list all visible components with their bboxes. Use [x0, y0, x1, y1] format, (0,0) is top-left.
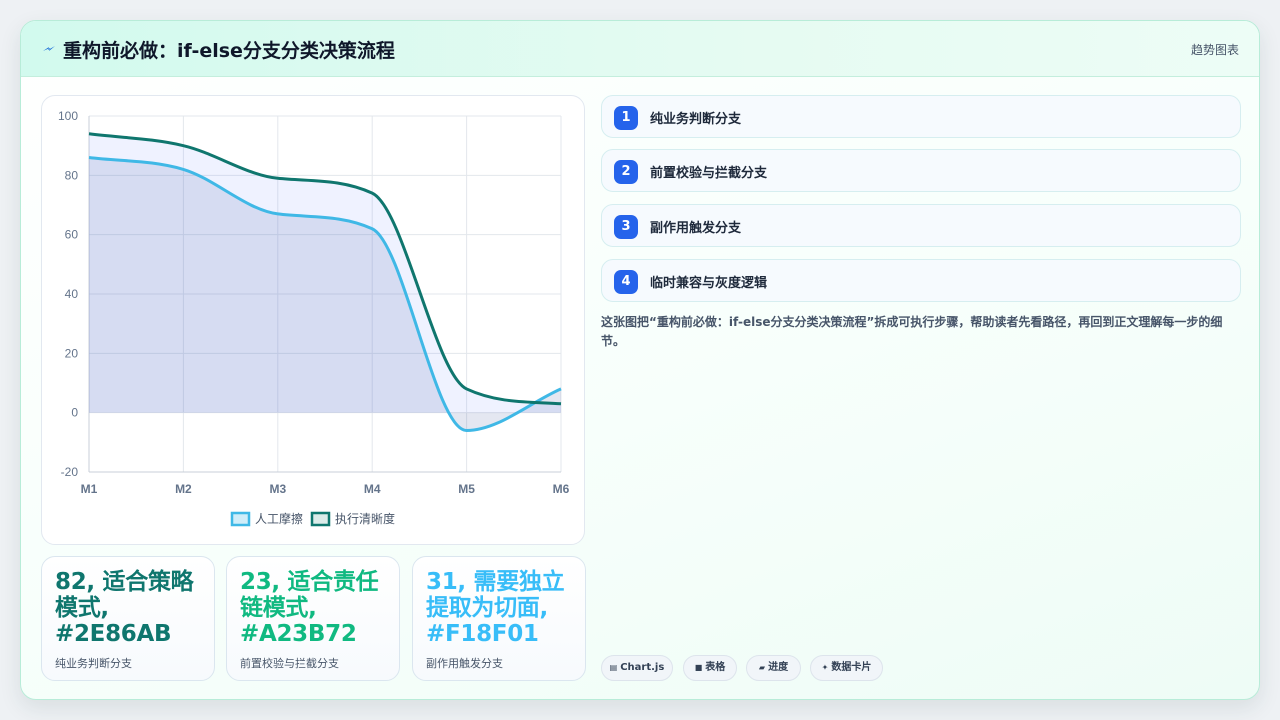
sparkle-icon: ✦: [821, 663, 829, 672]
step-number: 1: [614, 106, 638, 130]
legend-swatch: [230, 511, 251, 527]
stat-label: 纯业务判断分支: [55, 657, 132, 670]
x-tick-label: M5: [458, 482, 475, 496]
chart-type-tag: 趋势图表: [1190, 43, 1239, 57]
step-number: 2: [614, 160, 638, 184]
chip-label: 进度: [768, 662, 789, 673]
chart-icon: ▤: [609, 663, 618, 672]
y-tick-label: 80: [65, 168, 79, 182]
legend-swatch: [310, 511, 331, 527]
page-title: 重构前必做：if-else分支分类决策流程: [63, 40, 395, 62]
x-tick-label: M1: [81, 482, 98, 496]
stat-value: 31, 需要独立提取为切面, #F18F01: [426, 569, 565, 647]
step-item[interactable]: 4 临时兼容与灰度逻辑: [601, 259, 1241, 302]
chip-progress[interactable]: ▰ 进度: [746, 655, 801, 681]
chip-label: 数据卡片: [831, 662, 872, 673]
table-icon: ■: [694, 663, 703, 672]
progress-icon: ▰: [758, 663, 766, 672]
y-tick-label: 0: [71, 406, 78, 420]
stat-label: 前置校验与拦截分支: [240, 657, 339, 670]
legend-label: 执行清晰度: [335, 511, 395, 526]
step-label: 纯业务判断分支: [650, 112, 742, 127]
step-item[interactable]: 1 纯业务判断分支: [601, 95, 1241, 138]
step-number: 4: [614, 270, 638, 294]
stat-card: 82, 适合策略模式, #2E86AB 纯业务判断分支: [41, 556, 215, 681]
y-tick-label: 20: [65, 346, 79, 360]
step-label: 副作用触发分支: [650, 221, 742, 236]
chip-table[interactable]: ■ 表格: [683, 655, 737, 681]
step-number: 3: [614, 215, 638, 239]
y-tick-label: -20: [61, 465, 79, 479]
step-item[interactable]: 2 前置校验与拦截分支: [601, 149, 1241, 192]
stat-label: 副作用触发分支: [426, 657, 503, 670]
chip-label: 表格: [705, 662, 726, 673]
step-label: 前置校验与拦截分支: [650, 166, 768, 181]
x-tick-label: M4: [364, 482, 381, 496]
x-tick-label: M3: [269, 482, 286, 496]
y-tick-label: 100: [58, 109, 78, 123]
y-tick-label: 60: [65, 228, 79, 242]
chip-data-card[interactable]: ✦ 数据卡片: [810, 655, 883, 681]
y-tick-label: 40: [65, 287, 79, 301]
dashboard-card: 重构前必做：if-else分支分类决策流程 趋势图表 100 80 60 40 20 0 -…: [20, 20, 1260, 700]
x-tick-label: M2: [175, 482, 192, 496]
chip-label: Chart.js: [620, 662, 665, 673]
stat-value: 82, 适合策略模式, #2E86AB: [55, 569, 194, 647]
stat-card: 31, 需要独立提取为切面, #F18F01 副作用触发分支: [412, 556, 586, 681]
stat-card: 23, 适合责任链模式, #A23B72 前置校验与拦截分支: [226, 556, 400, 681]
chart-description: 这张图把“重构前必做：if-else分支分类决策流程”拆成可执行步骤，帮助读者先…: [601, 315, 1223, 348]
x-tick-label: M6: [553, 482, 570, 496]
chart-panel: 100 80 60 40 20 0 -20 M1 M2 M3 M4 M5 M6 人工摩擦 执行清晰度: [41, 95, 585, 545]
stat-value: 23, 适合责任链模式, #A23B72: [240, 569, 379, 647]
bolt-icon: [43, 46, 55, 51]
step-item[interactable]: 3 副作用触发分支: [601, 204, 1241, 247]
header-bar: 重构前必做：if-else分支分类决策流程 趋势图表: [21, 21, 1259, 77]
chip-chartjs[interactable]: ▤ Chart.js: [601, 655, 673, 681]
legend-label: 人工摩擦: [255, 511, 303, 526]
step-label: 临时兼容与灰度逻辑: [650, 276, 768, 291]
line-chart: 100 80 60 40 20 0 -20M1 M2 M3 M4 M5 M6 人工摩擦 执行清晰度: [58, 109, 570, 527]
